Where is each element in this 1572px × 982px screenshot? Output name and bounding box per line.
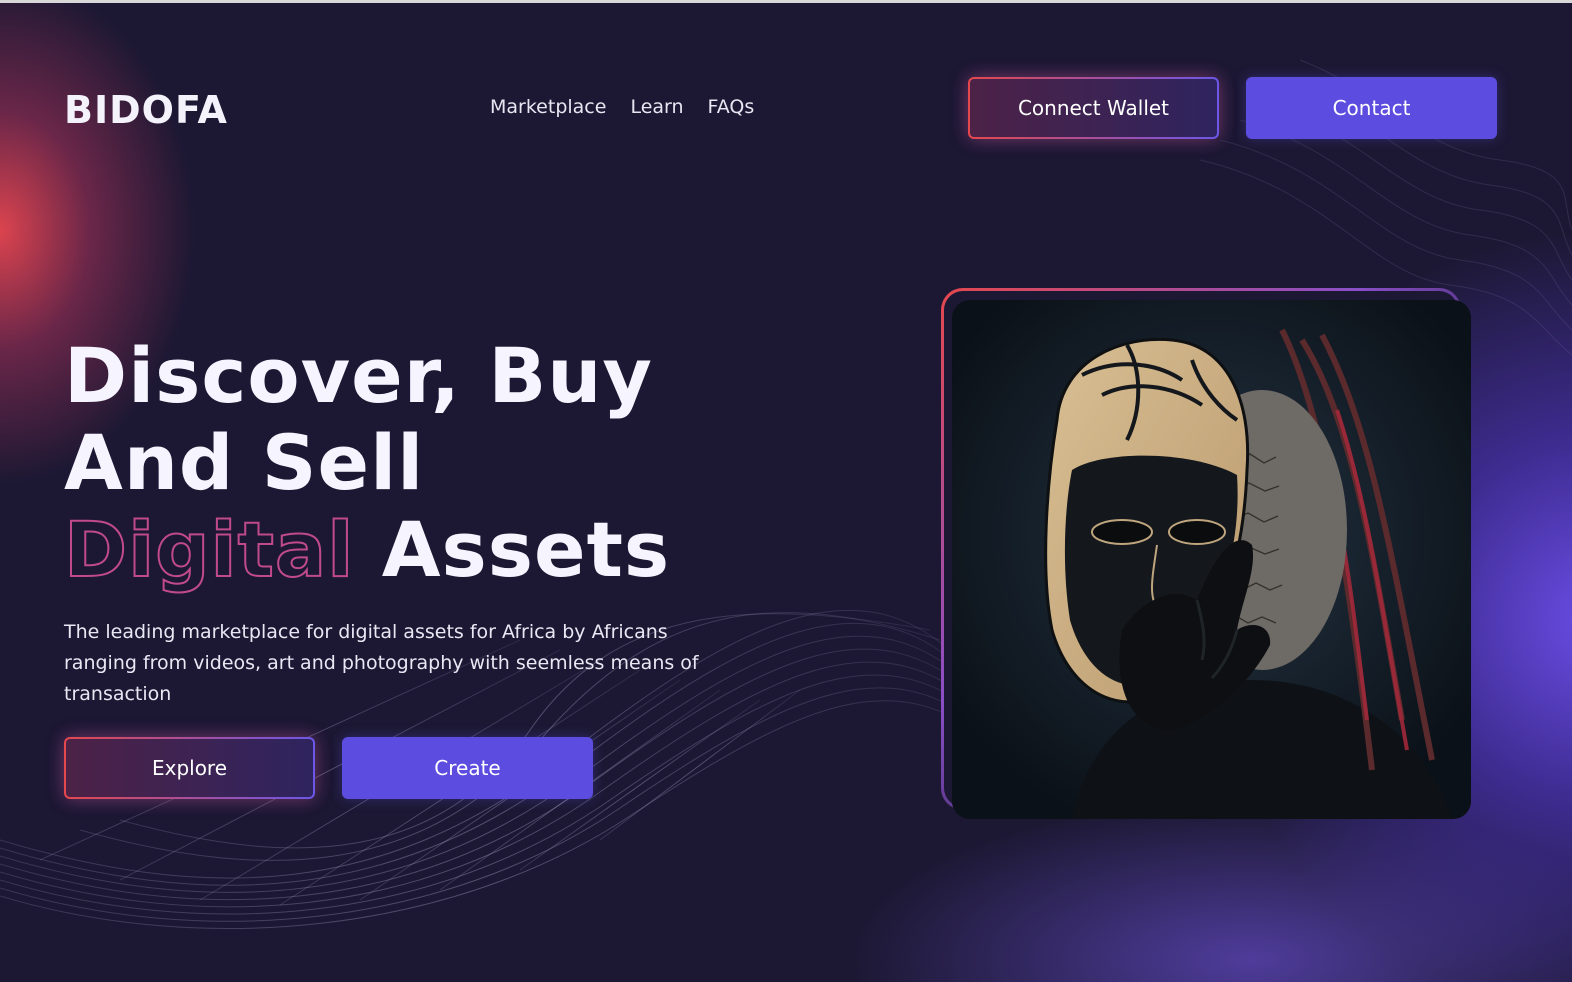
landing-page: BIDOFA Marketplace Learn FAQs Connect Wa… — [0, 0, 1572, 982]
explore-button[interactable]: Explore — [64, 737, 315, 799]
headline-outline-word: Digital — [63, 505, 355, 594]
connect-wallet-button[interactable]: Connect Wallet — [968, 77, 1219, 139]
create-label: Create — [434, 756, 501, 780]
hero-description: The leading marketplace for digital asse… — [64, 621, 699, 705]
nav-item-learn[interactable]: Learn — [630, 96, 683, 118]
nav-item-marketplace[interactable]: Marketplace — [490, 96, 606, 118]
brand-logo[interactable]: BIDOFA — [64, 88, 228, 132]
create-button[interactable]: Create — [342, 737, 593, 799]
headline-line-2: And Sell — [64, 418, 425, 507]
contact-label: Contact — [1332, 96, 1411, 120]
nav-item-faqs[interactable]: FAQs — [708, 96, 755, 118]
contact-button[interactable]: Contact — [1246, 77, 1497, 139]
headline-line-3-rest: Assets — [381, 505, 671, 594]
main-nav: Marketplace Learn FAQs — [490, 96, 754, 118]
headline-line-3: Digital Assets — [63, 505, 671, 594]
headline-line-1: Discover, Buy — [64, 331, 653, 420]
masked-face-icon — [952, 300, 1471, 819]
hero-headline: Discover, Buy And Sell Digital Assets — [63, 331, 671, 594]
featured-art-image[interactable] — [952, 300, 1471, 819]
explore-label: Explore — [151, 756, 228, 780]
connect-wallet-label: Connect Wallet — [1017, 96, 1170, 120]
